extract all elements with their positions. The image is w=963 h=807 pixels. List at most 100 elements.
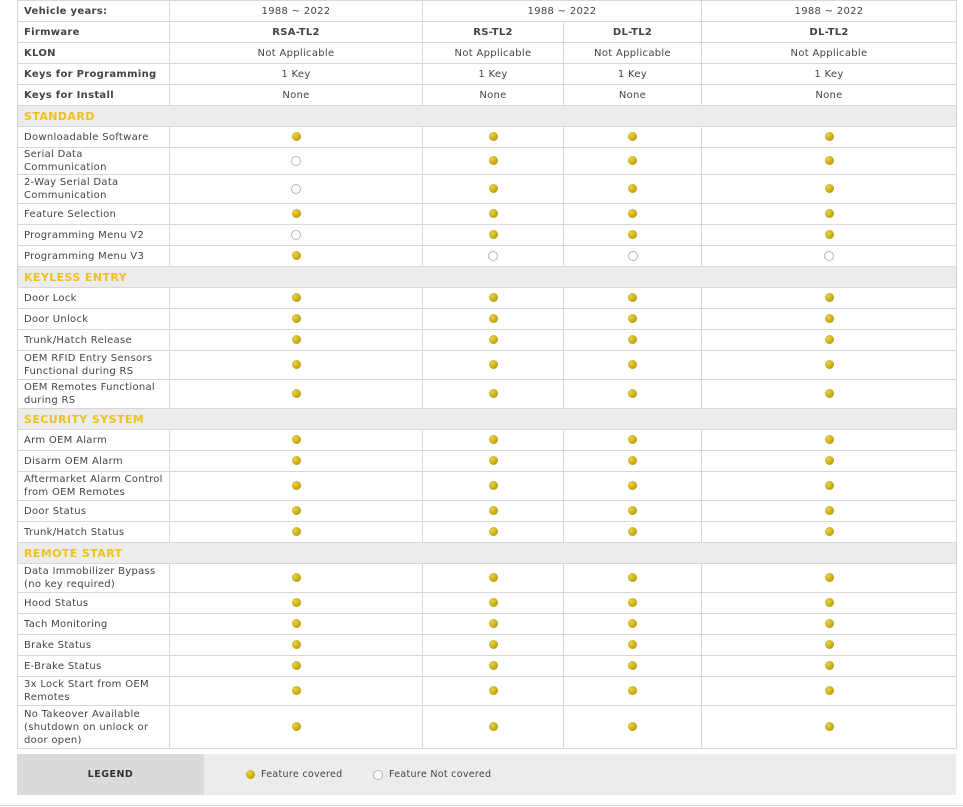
coverage-cell	[169, 705, 423, 749]
feature-covered-dot-icon	[824, 184, 834, 193]
coverage-cell	[422, 471, 564, 501]
coverage-cell	[563, 245, 702, 267]
compatibility-table-container: Vehicle years: 1988 ~ 2022 1988 ~ 2022 1…	[17, 0, 957, 749]
feature-covered-dot-icon	[628, 686, 637, 695]
keys-install-label: Keys for Install	[17, 84, 170, 106]
coverage-cell	[422, 174, 564, 204]
section-title: STANDARD	[17, 105, 957, 127]
feature-name: 2-Way Serial Data Communication	[17, 174, 170, 204]
klon-value: Not Applicable	[169, 42, 423, 64]
feature-covered-dot-icon	[488, 389, 498, 398]
feature-name: E-Brake Status	[17, 655, 170, 677]
keys-install-value: None	[701, 84, 957, 106]
feature-name: Arm OEM Alarm	[17, 429, 170, 451]
feature-covered-dot-icon	[824, 335, 834, 344]
feature-row: Trunk/Hatch Status	[17, 521, 957, 543]
coverage-cell	[169, 350, 423, 380]
feature-name: Door Lock	[17, 287, 170, 309]
feature-covered-dot-icon	[291, 314, 301, 323]
feature-covered-dot-icon	[824, 156, 834, 165]
coverage-cell	[701, 379, 957, 409]
coverage-cell	[422, 676, 564, 706]
feature-not-covered-circle-icon	[488, 250, 498, 261]
years-cell: 1988 ~ 2022	[422, 0, 702, 22]
coverage-cell	[563, 521, 702, 543]
feature-not-covered-circle-icon	[627, 250, 638, 261]
coverage-cell	[422, 655, 564, 677]
feature-covered-dot-icon	[291, 527, 301, 536]
coverage-cell	[563, 224, 702, 246]
feature-not-covered-circle-icon	[291, 155, 301, 166]
model-name: DL-TL2	[701, 21, 957, 43]
feature-row: OEM Remotes Functional during RS	[17, 379, 957, 409]
coverage-cell	[169, 245, 423, 267]
coverage-cell	[701, 521, 957, 543]
feature-row: Serial Data Communication	[17, 147, 957, 175]
feature-covered-dot-icon	[488, 573, 498, 582]
feature-covered-dot-icon	[291, 722, 301, 731]
coverage-cell	[169, 379, 423, 409]
feature-covered-dot-icon	[628, 156, 637, 165]
feature-covered-dot-icon	[488, 481, 498, 490]
feature-name: Hood Status	[17, 592, 170, 614]
coverage-cell	[169, 655, 423, 677]
feature-row: Tach Monitoring	[17, 613, 957, 635]
feature-covered-dot-icon	[291, 435, 301, 444]
firmware-label: Firmware	[17, 21, 170, 43]
feature-row: 3x Lock Start from OEM Remotes	[17, 676, 957, 706]
feature-covered-dot-icon	[488, 722, 498, 731]
feature-row: Arm OEM Alarm	[17, 429, 957, 451]
feature-covered-dot-icon	[824, 686, 834, 695]
legend-covered: Feature covered	[246, 754, 343, 795]
coverage-cell	[701, 563, 957, 593]
feature-covered-dot-icon	[628, 640, 637, 649]
feature-covered-dot-icon	[291, 573, 301, 582]
feature-covered-dot-icon	[291, 598, 301, 607]
coverage-cell	[701, 429, 957, 451]
coverage-cell	[169, 126, 423, 148]
feature-covered-dot-icon	[824, 360, 834, 369]
feature-covered-dot-icon	[291, 293, 301, 302]
section-header-row: STANDARD	[17, 105, 957, 127]
feature-row: OEM RFID Entry Sensors Functional during…	[17, 350, 957, 380]
feature-covered-dot-icon	[824, 506, 834, 515]
feature-row: Trunk/Hatch Release	[17, 329, 957, 351]
feature-covered-dot-icon	[628, 360, 637, 369]
coverage-cell	[701, 308, 957, 330]
coverage-cell	[701, 203, 957, 225]
coverage-cell	[169, 224, 423, 246]
feature-row: No Takeover Available (shutdown on unloc…	[17, 705, 957, 749]
legend-not-covered-label: Feature Not covered	[389, 769, 492, 780]
years-cell: 1988 ~ 2022	[169, 0, 423, 22]
feature-name: Programming Menu V2	[17, 224, 170, 246]
coverage-cell	[701, 500, 957, 522]
coverage-cell	[563, 500, 702, 522]
coverage-cell	[169, 147, 423, 175]
coverage-cell	[563, 705, 702, 749]
model-name: RSA-TL2	[169, 21, 423, 43]
feature-not-covered-circle-icon	[373, 769, 383, 780]
feature-covered-dot-icon	[488, 506, 498, 515]
feature-covered-dot-icon	[488, 640, 498, 649]
feature-name: Programming Menu V3	[17, 245, 170, 267]
feature-name: OEM Remotes Functional during RS	[17, 379, 170, 409]
feature-covered-dot-icon	[628, 481, 637, 490]
coverage-cell	[563, 287, 702, 309]
feature-row: Downloadable Software	[17, 126, 957, 148]
klon-label: KLON	[17, 42, 170, 64]
klon-value: Not Applicable	[422, 42, 564, 64]
section-title: SECURITY SYSTEM	[17, 408, 957, 430]
coverage-cell	[563, 471, 702, 501]
legend-not-covered: Feature Not covered	[373, 754, 491, 795]
coverage-cell	[422, 521, 564, 543]
coverage-cell	[563, 308, 702, 330]
section-title: KEYLESS ENTRY	[17, 266, 957, 288]
feature-name: Trunk/Hatch Release	[17, 329, 170, 351]
coverage-cell	[422, 705, 564, 749]
coverage-cell	[701, 329, 957, 351]
feature-row: Brake Status	[17, 634, 957, 656]
coverage-cell	[169, 287, 423, 309]
feature-covered-dot-icon	[628, 456, 637, 465]
feature-covered-dot-icon	[291, 209, 301, 218]
feature-covered-dot-icon	[628, 619, 637, 628]
